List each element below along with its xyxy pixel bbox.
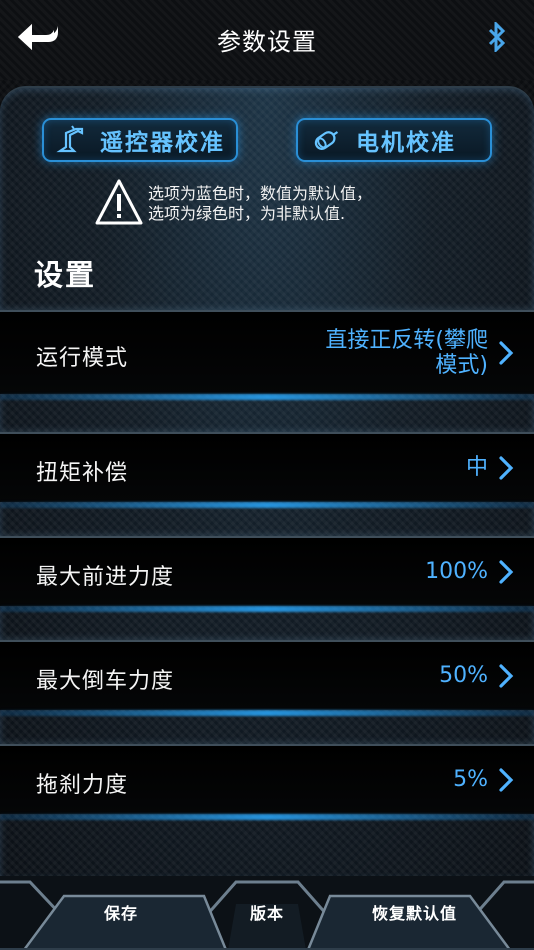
row-label: 最大前进力度 bbox=[36, 565, 175, 590]
row-value: 50% bbox=[439, 663, 488, 688]
row-value-line-2: 模式) bbox=[435, 353, 488, 378]
row-value: 直接正反转(攀爬 模式) bbox=[325, 328, 488, 378]
section-title: 设置 bbox=[34, 258, 97, 292]
row-value: 中 bbox=[465, 455, 488, 480]
setting-row-drag-brake[interactable]: 拖刹力度 5% bbox=[0, 744, 534, 814]
screen: 参数设置 遥控器校准 电机校准 选项为蓝色时，数值为默认值， 选项为绿色时，为非… bbox=[0, 0, 534, 950]
notice-line-1: 选项为蓝色时，数值为默认值， bbox=[148, 184, 373, 203]
remote-calibration-label: 遥控器校准 bbox=[100, 130, 225, 156]
setting-row-torque-compensation[interactable]: 扭矩补偿 中 bbox=[0, 432, 534, 502]
row-label: 拖刹力度 bbox=[36, 773, 129, 798]
row-value: 100% bbox=[425, 559, 488, 584]
motor-icon bbox=[314, 131, 339, 150]
row-value-line-1: 直接正反转(攀爬 bbox=[325, 328, 488, 353]
nav-bar: 参数设置 bbox=[0, 0, 534, 80]
chevron-right-icon bbox=[499, 560, 514, 584]
chevron-right-icon bbox=[499, 664, 514, 688]
row-value: 5% bbox=[453, 767, 488, 792]
remote-control-icon bbox=[56, 125, 84, 153]
notice-text: 选项为蓝色时，数值为默认值， 选项为绿色时，为非默认值. bbox=[148, 184, 372, 224]
notice-line-2: 选项为绿色时，为非默认值. bbox=[148, 204, 346, 223]
setting-row-run-mode[interactable]: 运行模式 直接正反转(攀爬 模式) bbox=[0, 310, 534, 394]
page-title: 参数设置 bbox=[217, 28, 317, 56]
chevron-right-icon bbox=[499, 341, 514, 365]
save-button[interactable]: 保存 bbox=[104, 900, 138, 924]
warning-triangle-icon bbox=[95, 179, 143, 225]
version-button[interactable]: 版本 bbox=[250, 900, 284, 924]
row-label: 运行模式 bbox=[36, 346, 129, 371]
chevron-right-icon bbox=[499, 456, 514, 480]
restore-defaults-button[interactable]: 恢复默认值 bbox=[372, 900, 457, 924]
setting-row-max-forward[interactable]: 最大前进力度 100% bbox=[0, 536, 534, 606]
row-label: 扭矩补偿 bbox=[36, 461, 129, 486]
remote-calibration-button[interactable]: 遥控器校准 bbox=[42, 118, 238, 162]
row-label: 最大倒车力度 bbox=[36, 669, 175, 694]
motor-calibration-label: 电机校准 bbox=[356, 130, 456, 156]
setting-row-max-reverse[interactable]: 最大倒车力度 50% bbox=[0, 640, 534, 710]
bluetooth-icon[interactable] bbox=[486, 22, 508, 52]
motor-calibration-button[interactable]: 电机校准 bbox=[296, 118, 492, 162]
chevron-right-icon bbox=[499, 768, 514, 792]
